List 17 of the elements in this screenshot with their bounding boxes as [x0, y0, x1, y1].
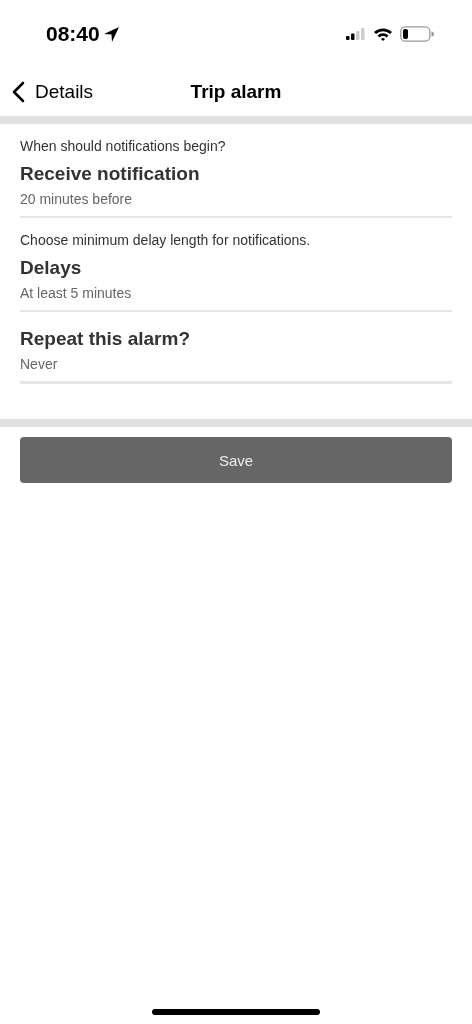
wifi-icon	[373, 27, 393, 41]
setting-hint: Choose minimum delay length for notifications.	[20, 232, 312, 248]
chevron-left-icon	[11, 81, 25, 103]
setting-title[interactable]: Delays	[20, 257, 452, 279]
screen-title: Trip alarm	[190, 81, 282, 103]
signal-icon	[346, 28, 366, 40]
setting-hint: When should notifications begin?	[20, 138, 227, 154]
status-time: 08:40	[46, 22, 100, 46]
back-button[interactable]: Details	[0, 81, 94, 103]
setting-value[interactable]: At least 5 minutes	[20, 285, 452, 301]
location-arrow-icon	[102, 25, 120, 43]
setting-title[interactable]: Receive notification	[20, 163, 452, 185]
setting-value[interactable]: Never	[20, 356, 452, 372]
setting-value[interactable]: 20 minutes before	[20, 191, 452, 207]
setting-title[interactable]: Repeat this alarm?	[20, 328, 452, 350]
save-button[interactable]: Save	[20, 437, 452, 483]
battery-icon	[400, 26, 434, 42]
